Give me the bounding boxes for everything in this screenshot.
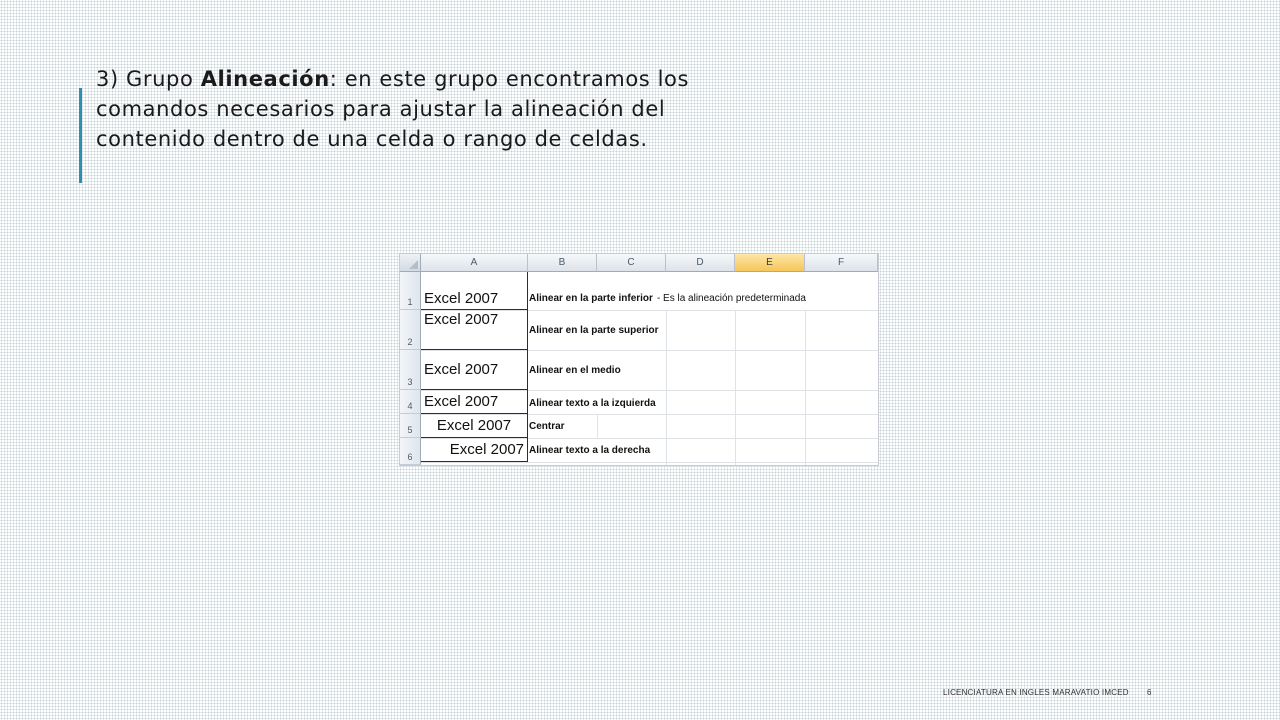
column-header-f: F bbox=[805, 254, 878, 272]
spreadsheet-image: A B C D E F 1 2 3 4 5 6 Excel 2007 Excel… bbox=[399, 253, 879, 466]
page-number: 6 bbox=[1147, 688, 1152, 697]
cell-b1-note: - Es la alineación predeterminada bbox=[656, 292, 806, 304]
cell-b5: Centrar bbox=[529, 420, 565, 432]
gridline bbox=[666, 310, 667, 465]
column-header-e: E bbox=[735, 254, 805, 272]
row-header-1: 1 bbox=[400, 272, 421, 310]
cell-a3: Excel 2007 bbox=[421, 350, 528, 390]
row-header-5: 5 bbox=[400, 414, 421, 438]
cell-a1: Excel 2007 bbox=[421, 272, 528, 310]
column-header-d: D bbox=[666, 254, 735, 272]
gridline bbox=[421, 462, 878, 463]
cell-a4: Excel 2007 bbox=[421, 390, 528, 414]
select-all-corner bbox=[400, 254, 421, 272]
footer-text: LICENCIATURA EN INGLES MARAVATIO IMCED bbox=[943, 688, 1129, 697]
cell-b1-label: Alinear en la parte inferior bbox=[529, 292, 653, 304]
cell-b6: Alinear texto a la derecha bbox=[529, 444, 651, 456]
text-bold-term: Alineación bbox=[200, 67, 330, 91]
text-prefix: 3) Grupo bbox=[96, 67, 201, 91]
cell-b4: Alinear texto a la izquierda bbox=[529, 397, 656, 409]
column-header-c: C bbox=[597, 254, 666, 272]
gridline bbox=[735, 310, 736, 465]
accent-bar bbox=[79, 88, 82, 183]
gridline bbox=[597, 414, 598, 438]
cell-a5: Excel 2007 bbox=[421, 414, 528, 438]
cell-b2: Alinear en la parte superior bbox=[529, 324, 659, 336]
column-header-a: A bbox=[421, 254, 528, 272]
cell-a2: Excel 2007 bbox=[421, 310, 528, 350]
cell-a6: Excel 2007 bbox=[421, 438, 528, 462]
slide-body-text: 3) Grupo Alineación: en este grupo encon… bbox=[96, 64, 716, 154]
row-header-4: 4 bbox=[400, 390, 421, 414]
row-header-3: 3 bbox=[400, 350, 421, 390]
row-header-6: 6 bbox=[400, 438, 421, 465]
cell-b3: Alinear en el medio bbox=[529, 364, 621, 376]
row-header-2: 2 bbox=[400, 310, 421, 350]
cell-b1: Alinear en la parte inferior - Es la alin… bbox=[529, 288, 806, 308]
gridline bbox=[805, 310, 806, 465]
column-header-b: B bbox=[528, 254, 597, 272]
